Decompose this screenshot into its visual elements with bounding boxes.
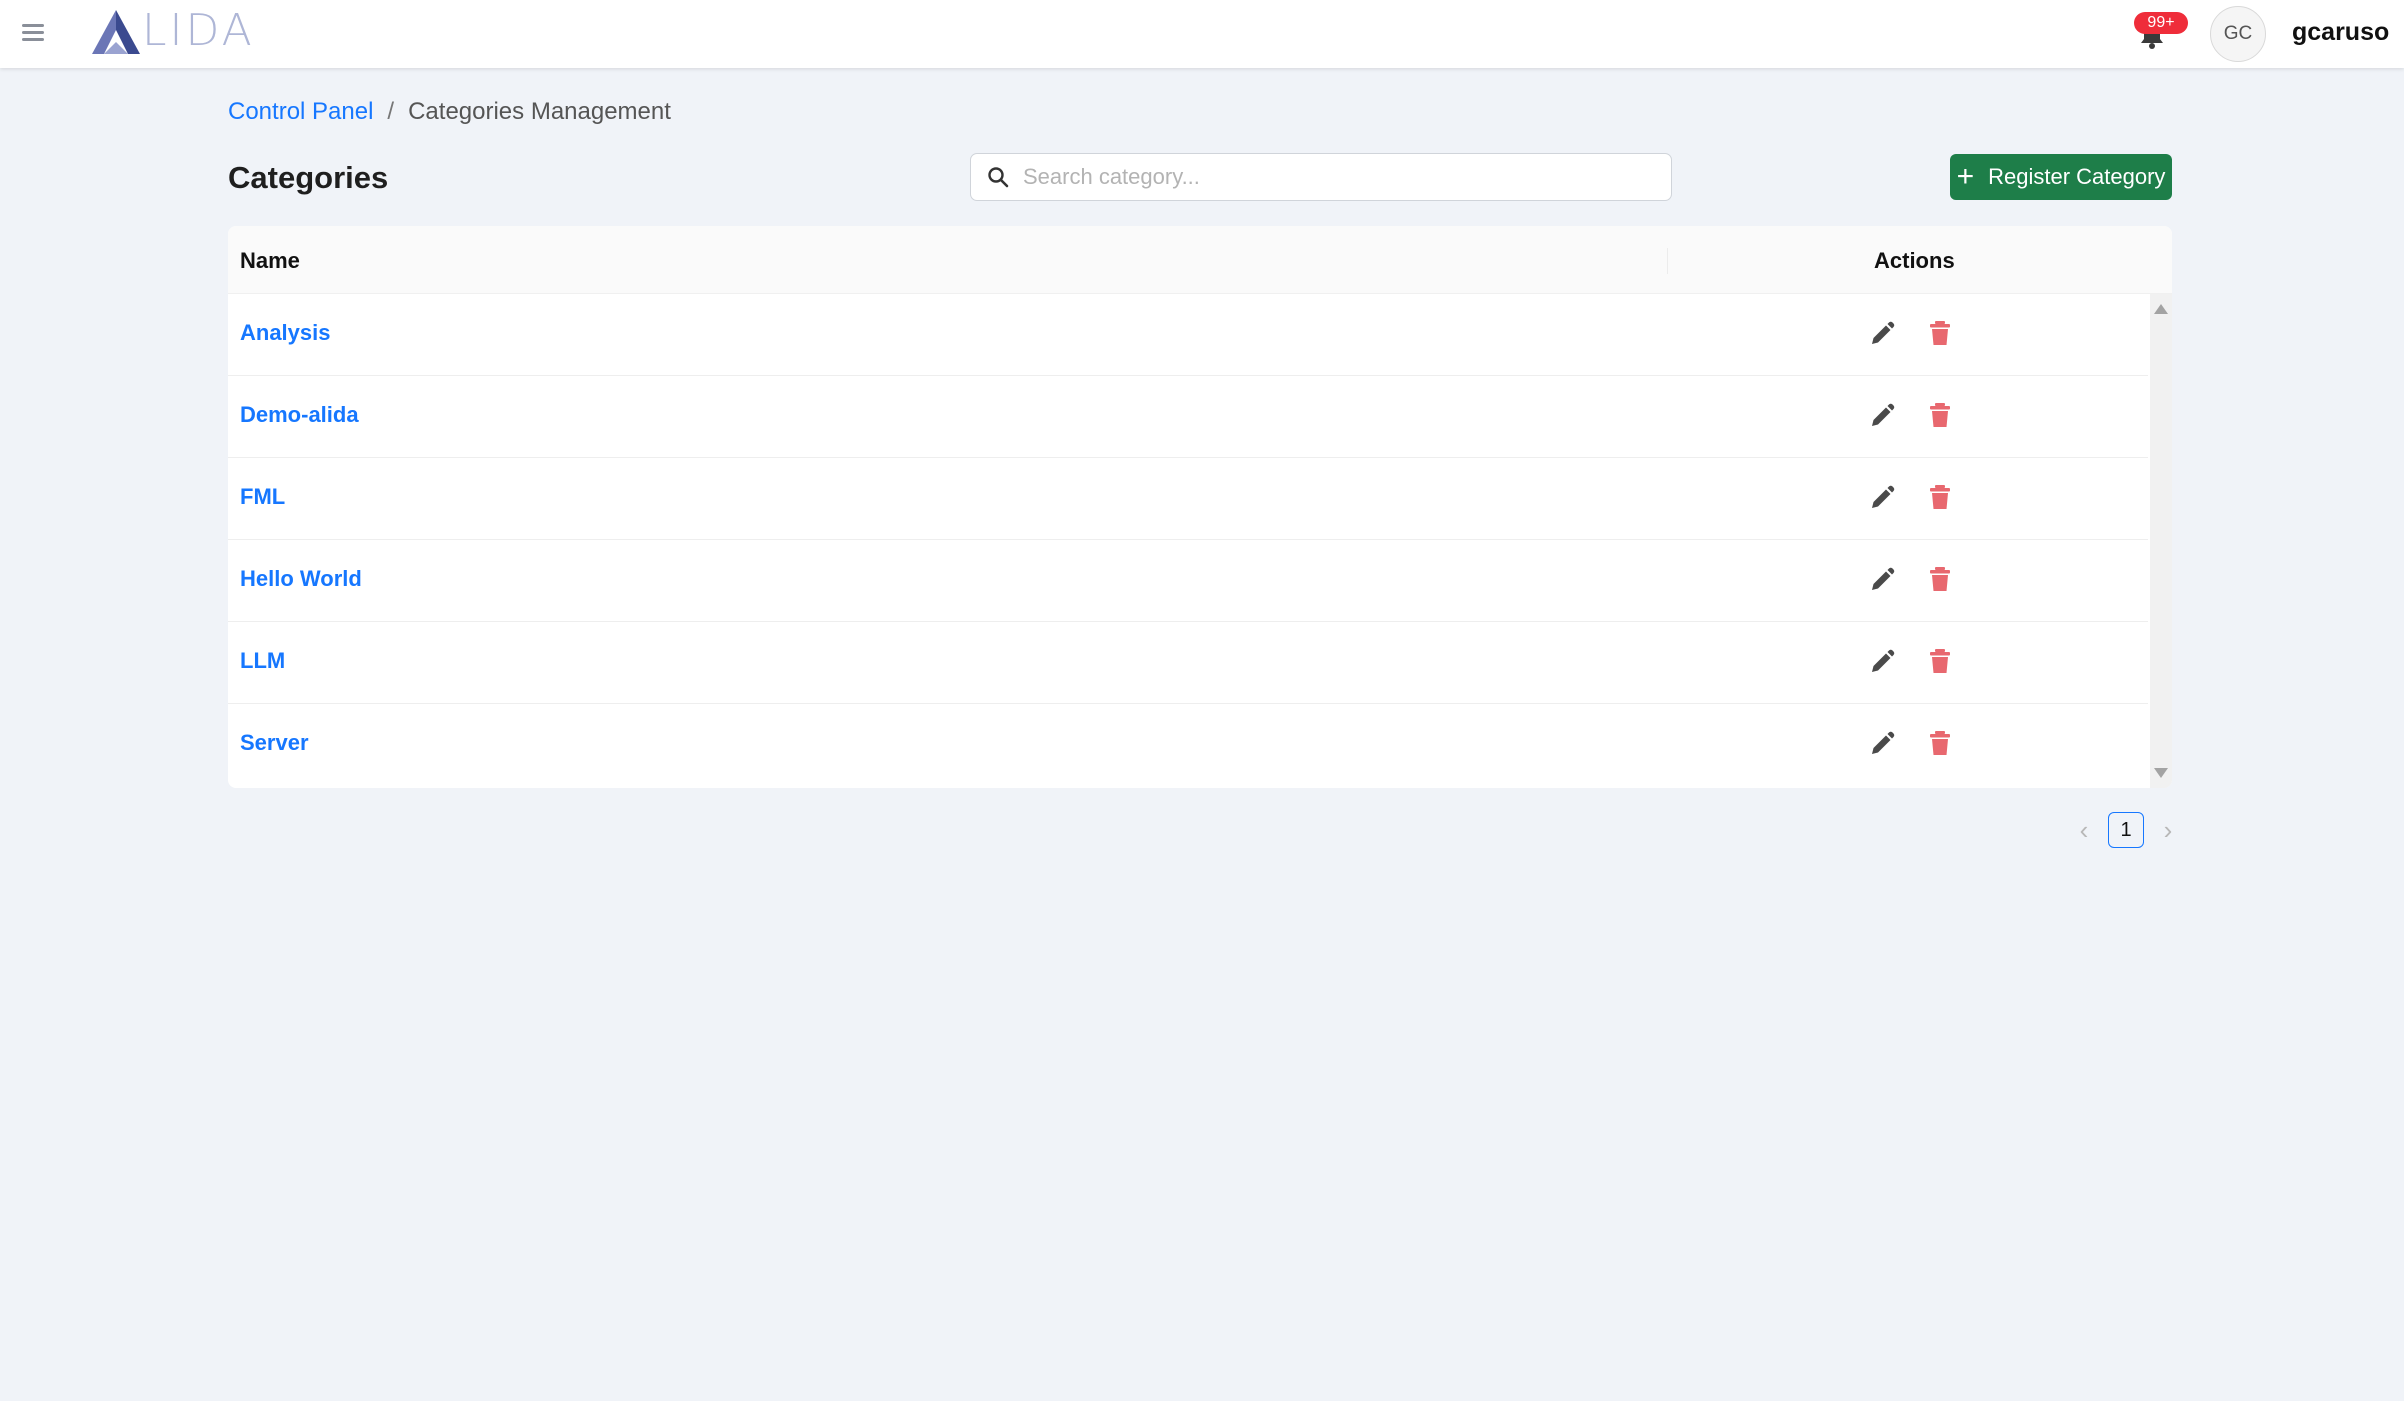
page-title: Categories	[228, 160, 389, 195]
edit-pencil-icon[interactable]	[1868, 648, 1896, 676]
category-name-link[interactable]: LLM	[240, 648, 285, 674]
table-row: Server	[228, 704, 2148, 786]
category-name-link[interactable]: Server	[240, 730, 309, 756]
previous-page-icon[interactable]: ‹	[2072, 815, 2096, 846]
category-name-link[interactable]: Demo-alida	[240, 402, 359, 428]
page-number-button[interactable]: 1	[2108, 812, 2144, 848]
hamburger-menu-icon[interactable]	[22, 22, 44, 42]
table-body: Analysis Demo-alida FML Hello World LLM …	[228, 294, 2148, 788]
pagination: ‹ 1 ›	[2072, 812, 2180, 848]
table-row: Demo-alida	[228, 376, 2148, 458]
delete-trash-icon[interactable]	[1926, 647, 1954, 675]
register-category-label: Register Category	[1988, 164, 2166, 189]
edit-pencil-icon[interactable]	[1868, 402, 1896, 430]
logo-triangle-icon	[92, 10, 140, 54]
category-name-link[interactable]: Analysis	[240, 320, 331, 346]
breadcrumb: Control Panel / Categories Management	[228, 98, 671, 126]
breadcrumb-control-panel-link[interactable]: Control Panel	[228, 98, 373, 126]
column-divider	[1667, 248, 1668, 274]
delete-trash-icon[interactable]	[1926, 565, 1954, 593]
edit-pencil-icon[interactable]	[1868, 484, 1896, 512]
scroll-down-arrow-icon[interactable]	[2154, 768, 2168, 778]
table-row: Hello World	[228, 540, 2148, 622]
delete-trash-icon[interactable]	[1926, 401, 1954, 429]
username[interactable]: gcaruso	[2292, 18, 2389, 47]
top-bar: LIDA 99+ GC gcaruso	[0, 0, 2404, 68]
category-name-link[interactable]: Hello World	[240, 566, 362, 592]
edit-pencil-icon[interactable]	[1868, 320, 1896, 348]
app-logo[interactable]: LIDA	[90, 6, 255, 56]
categories-table: Name Actions Analysis Demo-alida FML Hel…	[228, 226, 2172, 788]
table-row: LLM	[228, 622, 2148, 704]
table-row: Analysis	[228, 294, 2148, 376]
delete-trash-icon[interactable]	[1926, 483, 1954, 511]
column-header-name[interactable]: Name	[240, 248, 300, 274]
table-header: Name Actions	[228, 226, 2172, 294]
breadcrumb-separator: /	[387, 98, 395, 125]
table-scrollbar[interactable]	[2150, 294, 2172, 788]
search-box[interactable]	[970, 153, 1672, 201]
search-input[interactable]	[1023, 164, 1663, 190]
search-icon	[988, 167, 1009, 188]
column-header-actions: Actions	[1874, 248, 1955, 273]
table-row: FML	[228, 458, 2148, 540]
delete-trash-icon[interactable]	[1926, 319, 1954, 347]
edit-pencil-icon[interactable]	[1868, 730, 1896, 758]
plus-icon: +	[1956, 160, 1975, 193]
breadcrumb-current: Categories Management	[408, 98, 671, 125]
logo-text: LIDA	[142, 5, 255, 56]
category-name-link[interactable]: FML	[240, 484, 285, 510]
notifications-badge: 99+	[2134, 12, 2188, 34]
next-page-icon[interactable]: ›	[2156, 815, 2180, 846]
edit-pencil-icon[interactable]	[1868, 566, 1896, 594]
register-category-button[interactable]: + Register Category	[1950, 154, 2172, 200]
avatar[interactable]: GC	[2210, 6, 2266, 62]
delete-trash-icon[interactable]	[1926, 729, 1954, 757]
scroll-up-arrow-icon[interactable]	[2154, 304, 2168, 314]
